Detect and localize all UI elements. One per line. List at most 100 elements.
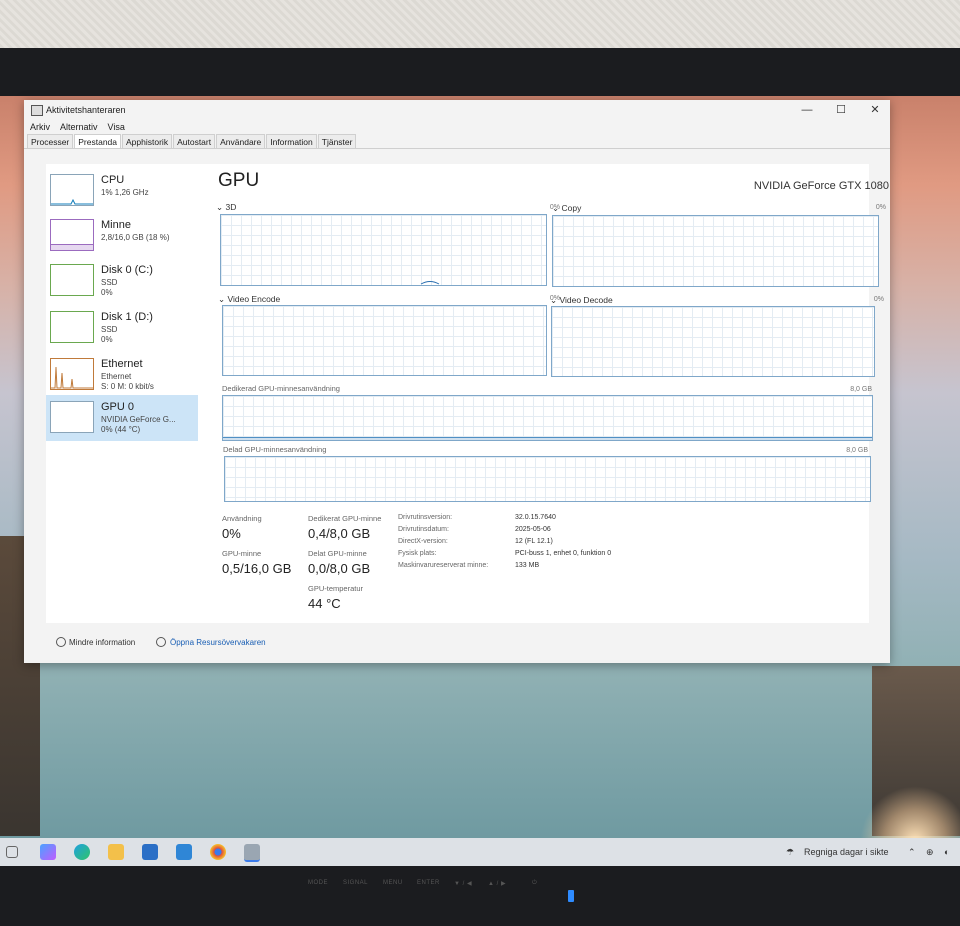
info-directx-value: 12 (FL 12.1) bbox=[515, 538, 553, 545]
dedicated-memory-max: 8,0 GB bbox=[850, 386, 872, 393]
osd-menu-label: MENU bbox=[383, 880, 403, 886]
ethernet-thumbnail-graph bbox=[50, 358, 94, 390]
memory-fill bbox=[51, 244, 93, 250]
tray-speaker-icon[interactable]: ◐ bbox=[944, 847, 949, 857]
sidebar-sub-disk1-type: SSD bbox=[101, 325, 118, 334]
info-location-key: Fysisk plats: bbox=[398, 550, 437, 557]
gpu-detail-panel: GPU NVIDIA GeForce GTX 1080 ⌄ 3D 0% ⌄ Co… bbox=[208, 164, 889, 623]
engine-label-3d[interactable]: ⌄ 3D bbox=[216, 202, 236, 213]
tab-prestanda[interactable]: Prestanda bbox=[74, 134, 122, 148]
tab-apphistorik[interactable]: Apphistorik bbox=[122, 134, 173, 148]
graph-video-decode bbox=[551, 306, 875, 377]
maximize-button[interactable]: ☐ bbox=[834, 103, 848, 117]
chrome-icon[interactable] bbox=[210, 844, 226, 860]
engine-percent-video-decode: 0% bbox=[873, 296, 884, 303]
osd-enter-label: ENTER bbox=[417, 880, 440, 886]
power-icon[interactable]: ⏻ bbox=[532, 880, 537, 887]
file-explorer-icon[interactable] bbox=[108, 844, 124, 860]
stat-shared-label: Delat GPU-minne bbox=[308, 549, 367, 558]
task-manager-window: Aktivitetshanteraren — ☐ ✕ Arkiv Alterna… bbox=[24, 100, 890, 663]
cpu-sparkline bbox=[51, 198, 93, 205]
stat-gpu-memory-label: GPU-minne bbox=[222, 549, 262, 558]
info-driver-date-key: Drivrutinsdatum: bbox=[398, 526, 449, 533]
sidebar-sub-disk0-type: SSD bbox=[101, 278, 118, 287]
sidebar-sub-ethernet-name: Ethernet bbox=[101, 372, 132, 381]
sidebar-label-cpu: CPU bbox=[101, 174, 125, 186]
task-manager-icon bbox=[31, 105, 43, 116]
taskbar: ☂ Regniga dagar i sikte ⌃ ⊕ ◐ bbox=[0, 838, 960, 866]
cpu-thumbnail-graph bbox=[50, 174, 94, 206]
disk0-thumbnail-graph bbox=[50, 264, 94, 296]
chevron-up-icon bbox=[56, 637, 66, 647]
shared-memory-max: 8,0 GB bbox=[846, 447, 868, 454]
fewer-details-link[interactable]: Mindre information bbox=[69, 638, 135, 647]
open-resource-monitor-link[interactable]: Öppna Resursövervakaren bbox=[170, 638, 266, 647]
minimize-button[interactable]: — bbox=[800, 103, 814, 117]
tab-autostart[interactable]: Autostart bbox=[173, 134, 216, 148]
gpu0-thumbnail-graph bbox=[50, 401, 94, 433]
copilot-icon[interactable] bbox=[40, 844, 56, 860]
dedicated-memory-fill bbox=[223, 437, 872, 440]
engine-label-video-decode[interactable]: ⌄ Video Decode bbox=[550, 295, 613, 306]
engine-name-3d: 3D bbox=[225, 202, 237, 212]
graph-3d-line bbox=[420, 281, 440, 285]
info-reserved-memory-value: 133 MB bbox=[515, 562, 540, 569]
tray-network-icon[interactable]: ⊕ bbox=[926, 847, 934, 858]
sidebar-item-memory[interactable]: Minne 2,8/16,0 GB (18 %) bbox=[46, 213, 198, 257]
power-led bbox=[568, 890, 574, 902]
osd-up-right-label: ▲ / ▶ bbox=[488, 881, 507, 887]
store-icon[interactable] bbox=[142, 844, 158, 860]
widgets-icon[interactable] bbox=[6, 846, 18, 858]
menu-visa[interactable]: Visa bbox=[108, 122, 125, 132]
menu-bar: Arkiv Alternativ Visa bbox=[24, 120, 890, 134]
menu-alternativ[interactable]: Alternativ bbox=[60, 122, 98, 132]
weather-umbrella-icon: ☂ bbox=[786, 847, 795, 857]
sidebar-label-ethernet: Ethernet bbox=[101, 358, 143, 370]
sidebar-item-disk1[interactable]: Disk 1 (D:) SSD 0% bbox=[46, 305, 198, 349]
info-driver-version-key: Drivrutinsversion: bbox=[398, 514, 453, 521]
osd-down-left-label: ▼ / ◀ bbox=[454, 881, 473, 887]
tab-tjanster[interactable]: Tjänster bbox=[317, 134, 357, 148]
tray-chevron-icon[interactable]: ⌃ bbox=[908, 847, 916, 858]
engine-label-video-encode[interactable]: ⌄ Video Encode bbox=[218, 294, 280, 305]
stat-temperature-label: GPU-temperatur bbox=[308, 584, 364, 593]
tab-anvandare[interactable]: Användare bbox=[216, 134, 266, 148]
sidebar-item-cpu[interactable]: CPU 1% 1,26 GHz bbox=[46, 168, 198, 212]
stat-shared-value: 0,0/8,0 GB bbox=[308, 561, 371, 576]
settings-icon[interactable] bbox=[176, 844, 192, 860]
menu-arkiv[interactable]: Arkiv bbox=[30, 122, 50, 132]
engine-label-copy[interactable]: ⌄ Copy bbox=[552, 203, 581, 214]
close-button[interactable]: ✕ bbox=[868, 103, 882, 117]
tab-processer[interactable]: Processer bbox=[27, 134, 74, 148]
disk1-thumbnail-graph bbox=[50, 311, 94, 343]
resource-sidebar: CPU 1% 1,26 GHz Minne 2,8/16,0 GB (18 %)… bbox=[46, 164, 198, 623]
stat-usage-value: 0% bbox=[222, 526, 241, 541]
dedicated-memory-label: Dedikerad GPU-minnesanvändning bbox=[222, 384, 340, 393]
weather-text[interactable]: Regniga dagar i sikte bbox=[804, 847, 889, 857]
engine-name-video-decode: Video Decode bbox=[559, 295, 613, 305]
sidebar-item-gpu0[interactable]: GPU 0 NVIDIA GeForce G... 0% (44 °C) bbox=[46, 395, 198, 441]
info-reserved-memory-key: Maskinvarureserverat minne: bbox=[398, 562, 489, 569]
graph-video-encode bbox=[222, 305, 547, 376]
edge-icon[interactable] bbox=[74, 844, 90, 860]
engine-name-copy: Copy bbox=[561, 203, 582, 213]
tab-strip: Processer Prestanda Apphistorik Autostar… bbox=[24, 134, 890, 149]
shared-memory-label: Delad GPU-minnesanvändning bbox=[223, 445, 327, 454]
stat-usage-label: Användning bbox=[222, 514, 262, 523]
stat-dedicated-label: Dedikerat GPU-minne bbox=[308, 514, 382, 523]
title-bar[interactable]: Aktivitetshanteraren — ☐ ✕ bbox=[24, 100, 890, 120]
gpu-model-name: NVIDIA GeForce GTX 1080 bbox=[753, 180, 889, 192]
stat-gpu-memory-value: 0,5/16,0 GB bbox=[222, 561, 292, 576]
tab-information[interactable]: Information bbox=[266, 134, 317, 148]
sidebar-item-disk0[interactable]: Disk 0 (C:) SSD 0% bbox=[46, 258, 198, 302]
stat-dedicated-value: 0,4/8,0 GB bbox=[308, 526, 371, 541]
task-manager-taskbar-icon[interactable] bbox=[244, 844, 260, 862]
footer-bar: Mindre information Öppna Resursövervakar… bbox=[46, 628, 869, 658]
performance-pane: CPU 1% 1,26 GHz Minne 2,8/16,0 GB (18 %)… bbox=[46, 164, 889, 623]
info-location-value: PCI-buss 1, enhet 0, funktion 0 bbox=[515, 550, 612, 557]
graph-3d bbox=[220, 214, 547, 286]
sidebar-item-ethernet[interactable]: Ethernet Ethernet S: 0 M: 0 kbit/s bbox=[46, 352, 198, 396]
info-driver-version-value: 32.0.15.7640 bbox=[515, 514, 556, 521]
sidebar-label-memory: Minne bbox=[101, 219, 131, 231]
window-title: Aktivitetshanteraren bbox=[46, 105, 126, 115]
